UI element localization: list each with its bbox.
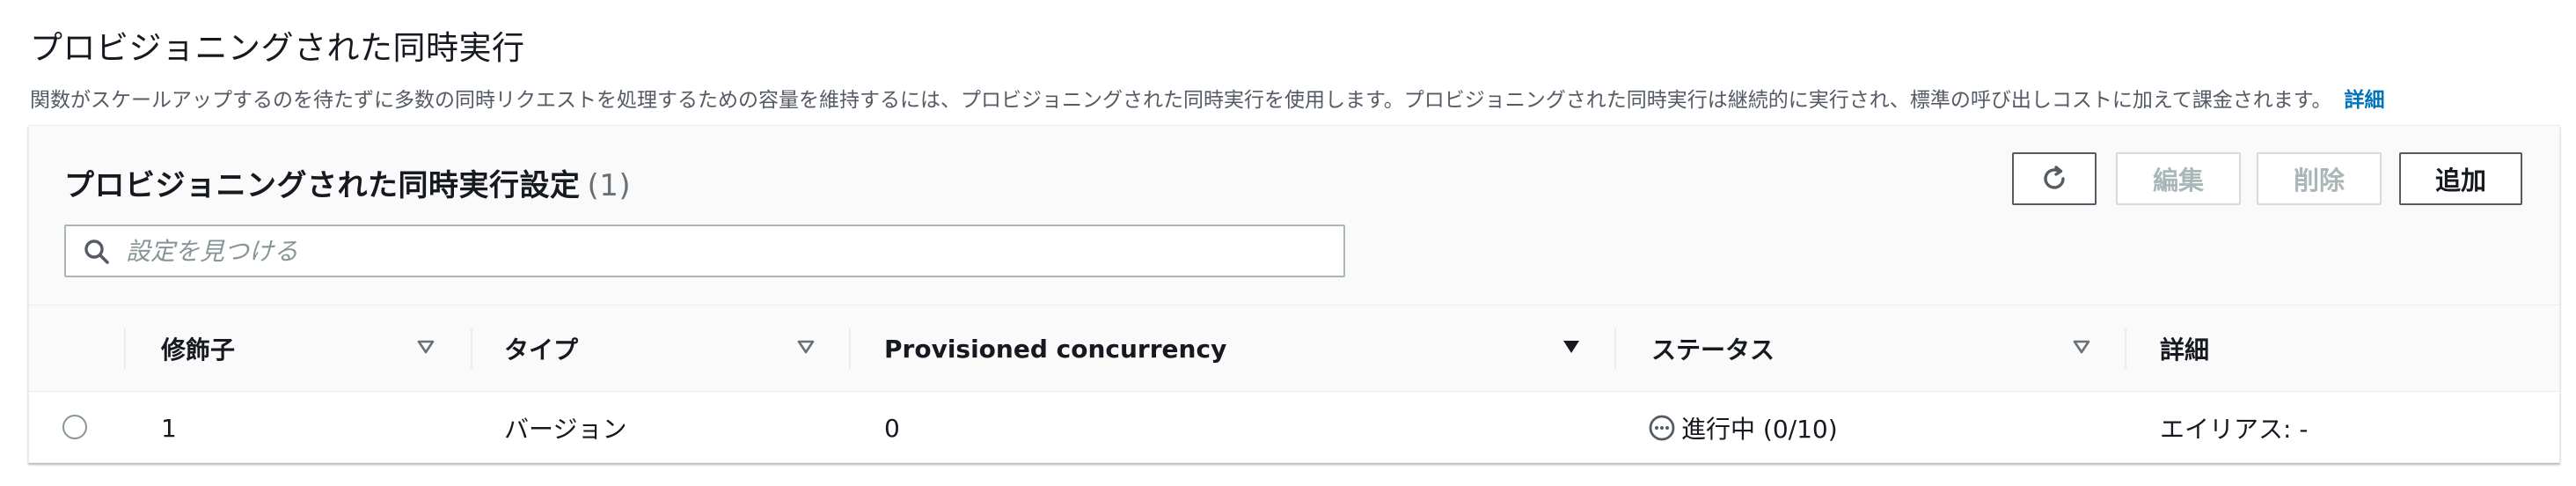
sort-caret-icon[interactable] (796, 339, 816, 355)
sort-caret-icon[interactable] (416, 339, 435, 355)
column-header-provisioned-concurrency[interactable]: Provisioned concurrency (884, 306, 1226, 392)
column-divider (2125, 328, 2126, 369)
edit-button[interactable]: 編集 (2116, 152, 2241, 205)
column-header-status[interactable]: ステータス (1651, 306, 1775, 392)
column-divider (849, 328, 851, 369)
column-divider (124, 328, 126, 369)
column-header-label: タイプ (504, 335, 579, 364)
table-header: 修飾子 タイプ Provisioned concurrency ステータス 詳細 (29, 306, 2559, 392)
column-header-qualifier[interactable]: 修飾子 (161, 306, 235, 392)
panel-title-count: (1) (587, 168, 632, 203)
cell-qualifier: 1 (161, 413, 177, 443)
refresh-button[interactable] (2012, 152, 2097, 205)
column-header-label: ステータス (1651, 335, 1775, 364)
table-row[interactable]: 1 バージョン 0 進行中 (0/10) エイリアス: - (29, 392, 2559, 464)
row-select-radio[interactable] (62, 415, 87, 439)
panel-title-text: プロビジョニングされた同時実行設定 (64, 168, 581, 203)
panel-title: プロビジョニングされた同時実行設定 (1) (64, 161, 631, 204)
column-header-details: 詳細 (2160, 306, 2209, 392)
cell-status: 進行中 (0/10) (1648, 392, 1838, 464)
page-title: プロビジョニングされた同時実行 (30, 29, 525, 67)
search-icon (84, 239, 109, 264)
provisioned-concurrency-panel: プロビジョニングされた同時実行設定(1) 編集 削除 追加 修飾子 (28, 125, 2560, 463)
column-header-label: Provisioned concurrency (884, 334, 1227, 364)
description-text: 関数がスケールアップするのを待たずに多数の同時リクエストを処理するための容量を維… (30, 89, 2332, 112)
search-input[interactable] (126, 226, 1322, 276)
column-divider (1614, 328, 1616, 369)
search-field[interactable] (64, 225, 1345, 277)
cell-provisioned-concurrency: 0 (884, 413, 900, 443)
cell-details: エイリアス: - (2160, 415, 2309, 444)
status-text: 進行中 (0/10) (1681, 415, 1838, 444)
delete-button[interactable]: 削除 (2257, 152, 2382, 205)
panel-header: プロビジョニングされた同時実行設定 (1) 編集 削除 追加 (29, 126, 2559, 306)
column-header-label: 修飾子 (161, 335, 236, 364)
in-progress-icon (1649, 415, 1675, 441)
sort-descending-icon[interactable] (1562, 339, 1581, 355)
section-description: 関数がスケールアップするのを待たずに多数の同時リクエストを処理するための容量を維… (30, 83, 2384, 113)
cell-type: バージョン (504, 415, 627, 444)
add-button[interactable]: 追加 (2399, 152, 2522, 205)
column-header-type[interactable]: タイプ (504, 306, 578, 392)
column-divider (471, 328, 472, 369)
column-header-label: 詳細 (2160, 335, 2210, 364)
refresh-icon (2044, 166, 2065, 189)
info-link[interactable]: 詳細 (2344, 89, 2384, 112)
sort-caret-icon[interactable] (2072, 339, 2091, 355)
